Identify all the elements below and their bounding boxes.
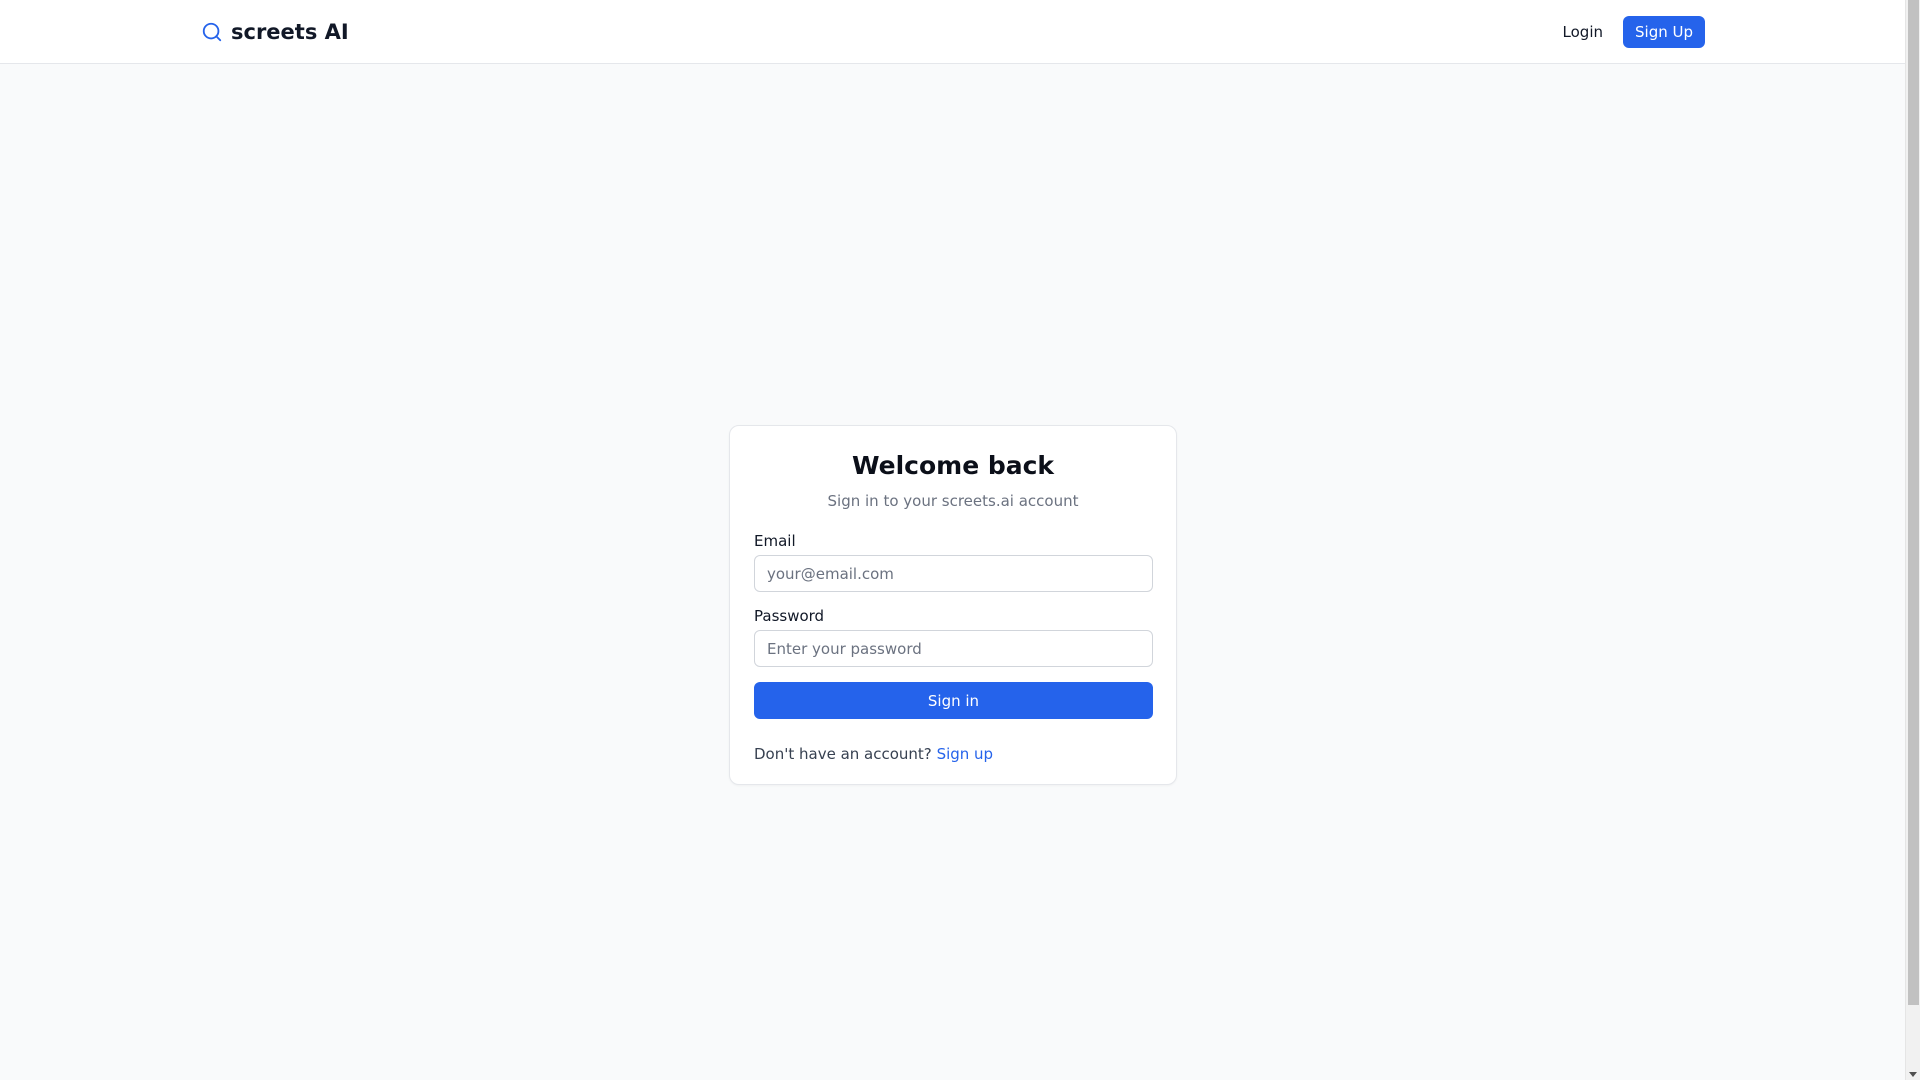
email-label: Email — [754, 532, 796, 550]
signup-link[interactable]: Sign up — [937, 745, 994, 763]
brand-logo[interactable]: screets AI — [201, 18, 349, 46]
login-card: Welcome back Sign in to your screets.ai … — [729, 425, 1177, 785]
top-navbar: screets AI Login Sign Up — [0, 0, 1905, 64]
header-nav: Login Sign Up — [1553, 16, 1705, 48]
sign-in-button[interactable]: Sign in — [754, 682, 1153, 719]
page: screets AI Login Sign Up Welcome back Si… — [0, 0, 1905, 1080]
page-title: Welcome back — [851, 451, 1055, 480]
brand-name: screets AI — [231, 20, 349, 44]
no-account-text: Don't have an account? — [754, 745, 932, 763]
search-icon — [201, 21, 223, 43]
password-label: Password — [754, 607, 825, 625]
login-link[interactable]: Login — [1553, 16, 1613, 48]
signup-button[interactable]: Sign Up — [1623, 16, 1705, 48]
email-field[interactable] — [754, 555, 1153, 592]
page-subtitle: Sign in to your screets.ai account — [827, 492, 1079, 510]
scroll-down-arrow-icon[interactable] — [1909, 1072, 1917, 1077]
scrollbar-thumb[interactable] — [1908, 0, 1919, 1005]
vertical-scrollbar[interactable] — [1905, 0, 1920, 1080]
signup-prompt: Don't have an account? Sign up — [754, 744, 1152, 764]
password-field[interactable] — [754, 630, 1153, 667]
